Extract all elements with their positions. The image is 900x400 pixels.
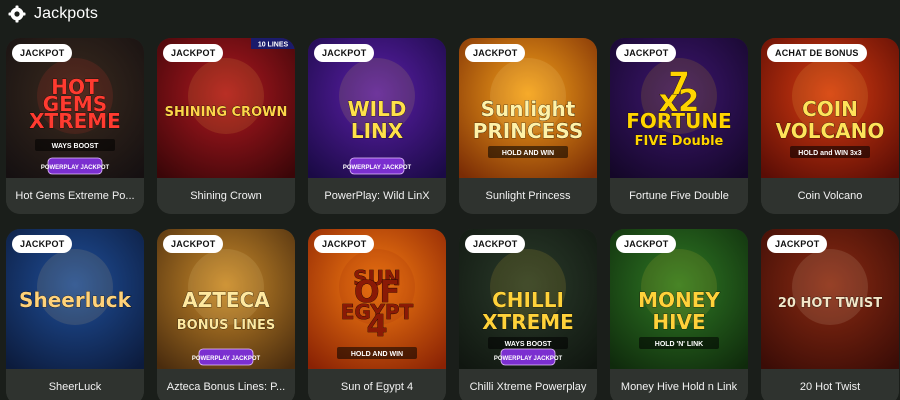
game-card[interactable]: 20 HOT TWIST JACKPOT 20 Hot Twist	[761, 229, 899, 400]
svg-text:POWERPLAY JACKPOT: POWERPLAY JACKPOT	[192, 356, 261, 362]
svg-text:VOLCANO: VOLCANO	[776, 119, 885, 143]
game-badge: JACKPOT	[314, 235, 375, 253]
game-card[interactable]: AZTECA BONUS LINES POWERPLAY JACKPOT JACKP…	[157, 229, 295, 400]
game-card[interactable]: HOT GEMS XTREME WAYS BOOST POWERPLAY JACKP…	[6, 38, 144, 214]
svg-text:SHINING CROWN: SHINING CROWN	[165, 105, 288, 120]
game-badge: JACKPOT	[163, 44, 224, 62]
game-badge: JACKPOT	[767, 235, 828, 253]
game-name[interactable]: Money Hive Hold n Link	[610, 369, 748, 400]
games-grid: HOT GEMS XTREME WAYS BOOST POWERPLAY JACKP…	[6, 38, 900, 400]
game-badge: JACKPOT	[616, 44, 677, 62]
svg-text:HOLD 'N' LINK: HOLD 'N' LINK	[655, 341, 703, 348]
game-card[interactable]: SUN OF EGYPT 4 HOLD AND WIN JACKPOT Sun of Eg…	[308, 229, 446, 400]
svg-text:HOLD AND WIN: HOLD AND WIN	[351, 351, 403, 358]
slot-gear-icon	[8, 5, 26, 23]
game-name[interactable]: Azteca Bonus Lines: P...	[157, 369, 295, 400]
game-name[interactable]: Sun of Egypt 4	[308, 369, 446, 400]
game-card[interactable]: 7 x2 FORTUNE FIVE Double JACKPOT Fortune Five…	[610, 38, 748, 214]
svg-text:HOLD and WIN 3x3: HOLD and WIN 3x3	[798, 150, 862, 157]
svg-text:AZTECA: AZTECA	[182, 288, 270, 312]
game-badge: JACKPOT	[616, 235, 677, 253]
game-badge: JACKPOT	[12, 235, 73, 253]
game-badge: JACKPOT	[12, 44, 73, 62]
svg-text:CHILLI: CHILLI	[492, 288, 564, 312]
game-card[interactable]: Sheerluck JACKPOT SheerLuck	[6, 229, 144, 400]
svg-text:POWERPLAY JACKPOT: POWERPLAY JACKPOT	[41, 165, 110, 171]
section-title: Jackpots	[34, 5, 98, 22]
game-name[interactable]: Hot Gems Extreme Po...	[6, 178, 144, 214]
game-badge: JACKPOT	[314, 44, 375, 62]
game-badge: JACKPOT	[163, 235, 224, 253]
svg-text:Sheerluck: Sheerluck	[19, 288, 132, 312]
svg-text:XTREME: XTREME	[29, 109, 121, 133]
svg-text:Sunlight: Sunlight	[481, 97, 576, 121]
svg-text:HIVE: HIVE	[652, 310, 705, 334]
game-card[interactable]: Sunlight PRINCESS HOLD AND WIN JACKPOT Sunl…	[459, 38, 597, 214]
svg-text:PRINCESS: PRINCESS	[473, 119, 584, 143]
svg-text:BONUS LINES: BONUS LINES	[177, 318, 276, 333]
svg-text:20 HOT TWIST: 20 HOT TWIST	[778, 296, 882, 311]
game-name[interactable]: Sunlight Princess	[459, 178, 597, 214]
svg-text:FORTUNE: FORTUNE	[626, 109, 731, 133]
svg-text:4: 4	[367, 309, 388, 344]
game-name[interactable]: Shining Crown	[157, 178, 295, 214]
svg-text:WAYS BOOST: WAYS BOOST	[52, 143, 100, 150]
game-name[interactable]: Chilli Xtreme Powerplay	[459, 369, 597, 400]
svg-text:POWERPLAY JACKPOT: POWERPLAY JACKPOT	[494, 356, 563, 362]
svg-text:HOLD AND WIN: HOLD AND WIN	[502, 150, 554, 157]
game-name[interactable]: SheerLuck	[6, 369, 144, 400]
svg-text:WAYS BOOST: WAYS BOOST	[505, 341, 553, 348]
game-card[interactable]: CHILLI XTREME WAYS BOOST POWERPLAY JACKPO…	[459, 229, 597, 400]
game-card[interactable]: WILD LINX POWERPLAY JACKPOT JACKPOT PowerPl…	[308, 38, 446, 214]
game-name[interactable]: Coin Volcano	[761, 178, 899, 214]
game-card[interactable]: SHINING CROWN 10 LINES JACKPOT Shining Cro…	[157, 38, 295, 214]
game-card[interactable]: MONEY HIVE HOLD 'N' LINK JACKPOT Money Hive…	[610, 229, 748, 400]
svg-text:COIN: COIN	[802, 97, 858, 121]
game-badge: JACKPOT	[465, 44, 526, 62]
svg-text:10 LINES: 10 LINES	[258, 42, 289, 49]
game-badge: JACKPOT	[465, 235, 526, 253]
svg-text:POWERPLAY JACKPOT: POWERPLAY JACKPOT	[343, 165, 412, 171]
svg-text:XTREME: XTREME	[482, 310, 574, 334]
game-name[interactable]: 20 Hot Twist	[761, 369, 899, 400]
game-name[interactable]: Fortune Five Double	[610, 178, 748, 214]
svg-text:WILD: WILD	[348, 97, 407, 121]
game-badge: ACHAT DE BONUS	[767, 44, 867, 62]
svg-text:LINX: LINX	[351, 119, 404, 143]
svg-text:MONEY: MONEY	[638, 288, 720, 312]
svg-text:FIVE Double: FIVE Double	[635, 134, 724, 149]
section-header: Jackpots	[8, 3, 98, 25]
game-card[interactable]: COIN VOLCANO HOLD and WIN 3x3 ACHAT DE BON…	[761, 38, 899, 214]
game-name[interactable]: PowerPlay: Wild LinX	[308, 178, 446, 214]
